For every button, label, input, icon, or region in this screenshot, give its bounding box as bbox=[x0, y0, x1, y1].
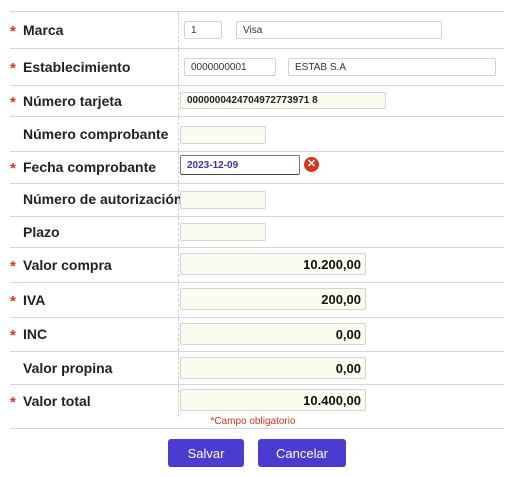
row-numero-autorizacion: Número de autorización bbox=[10, 183, 504, 216]
marca-code-input[interactable]: 1 bbox=[184, 21, 222, 39]
error-x-icon: ✕ bbox=[304, 157, 319, 172]
label-plazo: Plazo bbox=[23, 224, 60, 240]
row-valor-compra: * Valor compra 10.200,00 bbox=[10, 247, 504, 282]
divider bbox=[10, 428, 504, 429]
required-marker: * bbox=[10, 394, 16, 411]
row-establecimiento: * Establecimiento 0000000001 ESTAB S.A bbox=[10, 48, 504, 85]
required-field-note: *Campo obligatorio bbox=[210, 416, 296, 427]
establecimiento-code-input[interactable]: 0000000001 bbox=[184, 58, 276, 76]
label-establecimiento: Establecimiento bbox=[23, 59, 131, 75]
label-valor-total: Valor total bbox=[23, 393, 91, 409]
required-marker: * bbox=[10, 23, 16, 40]
label-marca: Marca bbox=[23, 22, 64, 38]
required-marker: * bbox=[10, 60, 16, 77]
numero-comprobante-input[interactable] bbox=[180, 126, 266, 144]
establecimiento-name-input[interactable]: ESTAB S.A bbox=[288, 58, 496, 76]
label-iva: IVA bbox=[23, 292, 46, 308]
label-inc: INC bbox=[23, 326, 48, 342]
numero-autorizacion-input[interactable] bbox=[180, 191, 266, 209]
row-fecha-comprobante: * Fecha comprobante 2023-12-09 ✕ bbox=[10, 151, 504, 183]
required-marker: * bbox=[10, 327, 16, 344]
valor-total-input[interactable]: 10.400,00 bbox=[180, 389, 366, 411]
row-iva: * IVA 200,00 bbox=[10, 282, 504, 317]
row-inc: * INC 0,00 bbox=[10, 317, 504, 351]
row-numero-comprobante: Número comprobante bbox=[10, 116, 504, 151]
marca-name-input[interactable]: Visa bbox=[236, 21, 442, 39]
cancel-button[interactable]: Cancelar bbox=[258, 439, 346, 467]
plazo-input[interactable] bbox=[180, 223, 266, 241]
label-numero-tarjeta: Número tarjeta bbox=[23, 93, 122, 109]
required-marker: * bbox=[10, 94, 16, 111]
row-numero-tarjeta: * Número tarjeta 0000000424704972773971 … bbox=[10, 85, 504, 116]
required-marker: * bbox=[10, 293, 16, 310]
row-marca: * Marca 1 Visa bbox=[10, 11, 504, 48]
payment-form: * Marca 1 Visa * Establecimiento 0000000… bbox=[10, 11, 504, 417]
row-valor-propina: Valor propina 0,00 bbox=[10, 351, 504, 384]
label-numero-autorizacion: Número de autorización bbox=[23, 191, 183, 207]
required-marker: * bbox=[10, 258, 16, 275]
label-valor-propina: Valor propina bbox=[23, 360, 113, 376]
row-valor-total: * Valor total 10.400,00 bbox=[10, 384, 504, 417]
iva-input[interactable]: 200,00 bbox=[180, 288, 366, 310]
label-valor-compra: Valor compra bbox=[23, 257, 112, 273]
label-numero-comprobante: Número comprobante bbox=[23, 126, 169, 142]
row-plazo: Plazo bbox=[10, 216, 504, 247]
valor-propina-input[interactable]: 0,00 bbox=[180, 357, 366, 379]
valor-compra-input[interactable]: 10.200,00 bbox=[180, 253, 366, 275]
label-fecha-comprobante: Fecha comprobante bbox=[23, 159, 157, 175]
fecha-comprobante-input[interactable]: 2023-12-09 bbox=[180, 155, 300, 175]
save-button[interactable]: Salvar bbox=[168, 439, 244, 467]
required-marker: * bbox=[10, 160, 16, 177]
numero-tarjeta-input[interactable]: 0000000424704972773971 8 bbox=[180, 92, 386, 109]
inc-input[interactable]: 0,00 bbox=[180, 323, 366, 345]
